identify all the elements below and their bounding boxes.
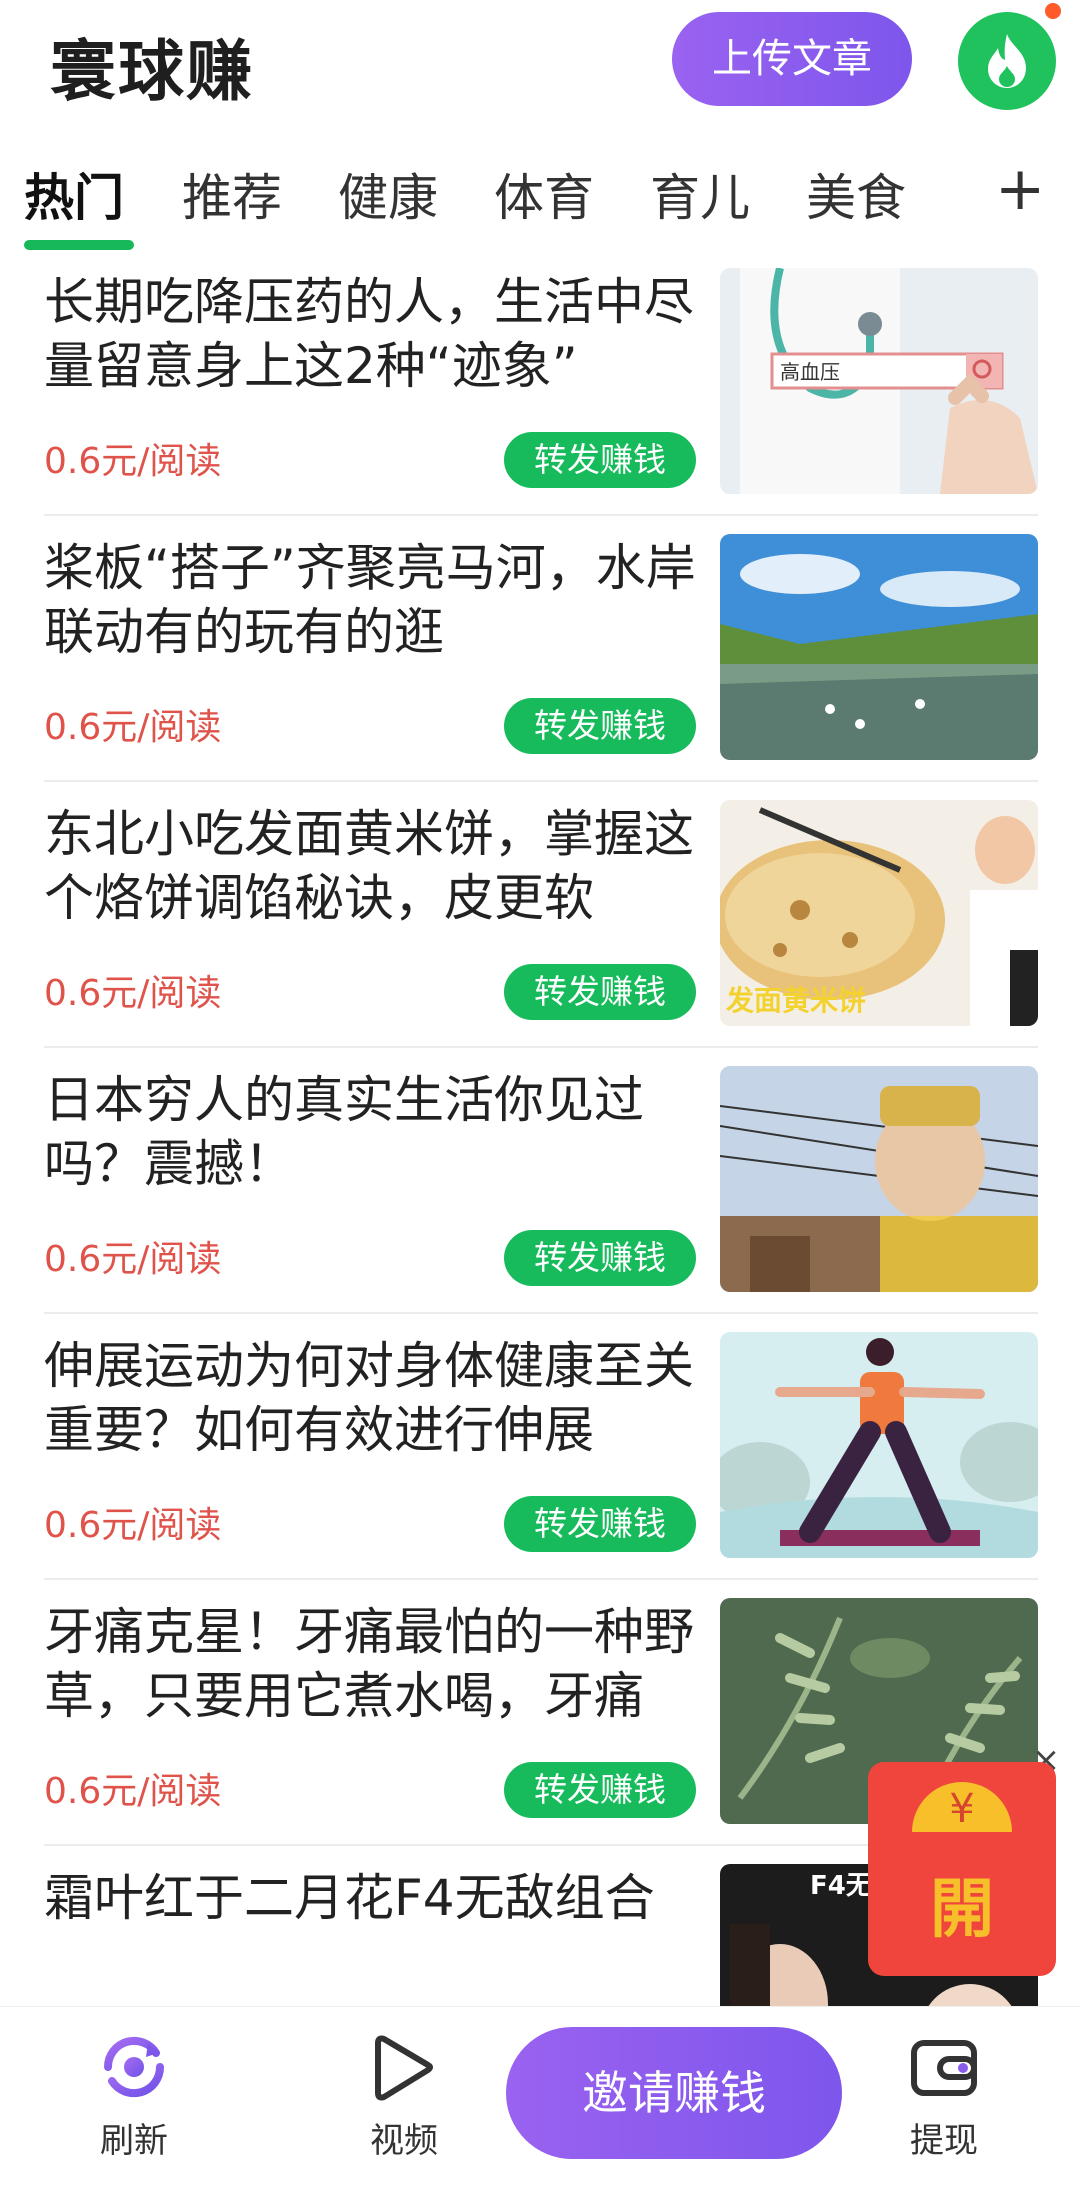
notification-dot — [1042, 0, 1064, 22]
item-divider — [44, 1312, 1038, 1314]
thumb-caption: 高血压 — [780, 360, 840, 384]
tab-health[interactable]: 健康 — [338, 158, 438, 230]
tab-parenting[interactable]: 育儿 — [650, 158, 750, 230]
list-item[interactable]: 东北小吃发面黄米饼，掌握这个烙饼调馅秘诀，皮更软 0.6元/阅读 转发赚钱 发面… — [0, 798, 1080, 1064]
upload-article-button[interactable]: 上传文章 — [672, 12, 912, 106]
article-thumbnail[interactable] — [720, 534, 1038, 760]
article-title[interactable]: 霜叶红于二月花F4无敌组合 — [44, 1866, 699, 1930]
share-earn-button[interactable]: 转发赚钱 — [504, 1230, 696, 1286]
reward-rate: 0.6元/阅读 — [44, 1239, 222, 1280]
add-tab-icon[interactable]: + — [995, 154, 1045, 224]
fire-icon — [988, 34, 1026, 88]
tab-recommend[interactable]: 推荐 — [182, 158, 282, 230]
wallet-icon — [911, 2040, 977, 2096]
nav-video[interactable]: 视频 — [334, 2029, 474, 2162]
article-feed[interactable]: 长期吃降压药的人，生活中尽量留意身上这2种“迹象” 0.6元/阅读 转发赚钱 高… — [0, 266, 1080, 2006]
invite-earn-button[interactable]: 邀请赚钱 — [506, 2027, 842, 2159]
category-tabs: 热门 推荐 健康 体育 育儿 美食 + — [0, 140, 1080, 260]
tab-sports[interactable]: 体育 — [494, 158, 594, 230]
share-earn-button[interactable]: 转发赚钱 — [504, 1762, 696, 1818]
reward-rate: 0.6元/阅读 — [44, 441, 222, 482]
item-divider — [44, 1578, 1038, 1580]
tab-food[interactable]: 美食 — [806, 158, 906, 230]
play-icon — [375, 2035, 433, 2101]
share-earn-button[interactable]: 转发赚钱 — [504, 432, 696, 488]
article-title[interactable]: 牙痛克星！牙痛最怕的一种野草，只要用它煮水喝，牙痛 — [44, 1600, 699, 1728]
thumb-caption: 发面黄米饼 — [725, 984, 866, 1017]
tab-hot[interactable]: 热门 — [24, 158, 124, 230]
article-thumbnail[interactable] — [720, 1066, 1038, 1292]
active-tab-indicator — [24, 240, 134, 250]
thumb-caption: F4无 — [810, 1871, 872, 1901]
reward-rate: 0.6元/阅读 — [44, 1771, 222, 1812]
hot-fire-button[interactable] — [958, 12, 1056, 110]
article-thumbnail[interactable]: 高血压 — [720, 268, 1038, 494]
item-divider — [44, 780, 1038, 782]
article-title[interactable]: 东北小吃发面黄米饼，掌握这个烙饼调馅秘诀，皮更软 — [44, 802, 699, 930]
app-root: 寰球赚 上传文章 热门 推荐 健康 体育 育儿 美食 + 长期吃降压药的人，生活… — [0, 0, 1080, 2200]
nav-withdraw[interactable]: 提现 — [874, 2029, 1014, 2162]
refresh-icon — [103, 2036, 165, 2098]
article-title[interactable]: 伸展运动为何对身体健康至关重要？如何有效进行伸展 — [44, 1334, 699, 1462]
nav-refresh-label: 刷新 — [100, 2121, 168, 2161]
article-title[interactable]: 日本穷人的真实生活你见过吗？震撼！ — [44, 1068, 699, 1196]
share-earn-button[interactable]: 转发赚钱 — [504, 1496, 696, 1552]
reward-rate: 0.6元/阅读 — [44, 707, 222, 748]
nav-withdraw-label: 提现 — [910, 2121, 978, 2161]
share-earn-button[interactable]: 转发赚钱 — [504, 698, 696, 754]
red-packet-open-label: 開 — [930, 1873, 994, 1947]
reward-rate: 0.6元/阅读 — [44, 1505, 222, 1546]
bottom-nav: 刷新 视频 邀请赚钱 提现 — [0, 2006, 1080, 2200]
nav-video-label: 视频 — [370, 2121, 438, 2161]
article-thumbnail[interactable]: 发面黄米饼 — [720, 800, 1038, 1026]
list-item[interactable]: 桨板“搭子”齐聚亮马河，水岸联动有的玩有的逛 0.6元/阅读 转发赚钱 — [0, 532, 1080, 798]
yuan-coin-icon: ¥ — [949, 1786, 975, 1832]
reward-rate: 0.6元/阅读 — [44, 973, 222, 1014]
list-item[interactable]: 长期吃降压药的人，生活中尽量留意身上这2种“迹象” 0.6元/阅读 转发赚钱 高… — [0, 266, 1080, 532]
item-divider — [44, 1046, 1038, 1048]
app-title: 寰球赚 — [50, 33, 254, 110]
red-packet-button[interactable]: ¥ 開 — [868, 1762, 1056, 1976]
list-item[interactable]: 伸展运动为何对身体健康至关重要？如何有效进行伸展 0.6元/阅读 转发赚钱 — [0, 1330, 1080, 1596]
list-item[interactable]: 日本穷人的真实生活你见过吗？震撼！ 0.6元/阅读 转发赚钱 — [0, 1064, 1080, 1330]
article-title[interactable]: 桨板“搭子”齐聚亮马河，水岸联动有的玩有的逛 — [44, 536, 699, 664]
article-thumbnail[interactable] — [720, 1332, 1038, 1558]
item-divider — [44, 514, 1038, 516]
nav-refresh[interactable]: 刷新 — [64, 2029, 204, 2162]
article-title[interactable]: 长期吃降压药的人，生活中尽量留意身上这2种“迹象” — [44, 270, 699, 398]
top-header: 寰球赚 上传文章 — [0, 0, 1080, 130]
share-earn-button[interactable]: 转发赚钱 — [504, 964, 696, 1020]
